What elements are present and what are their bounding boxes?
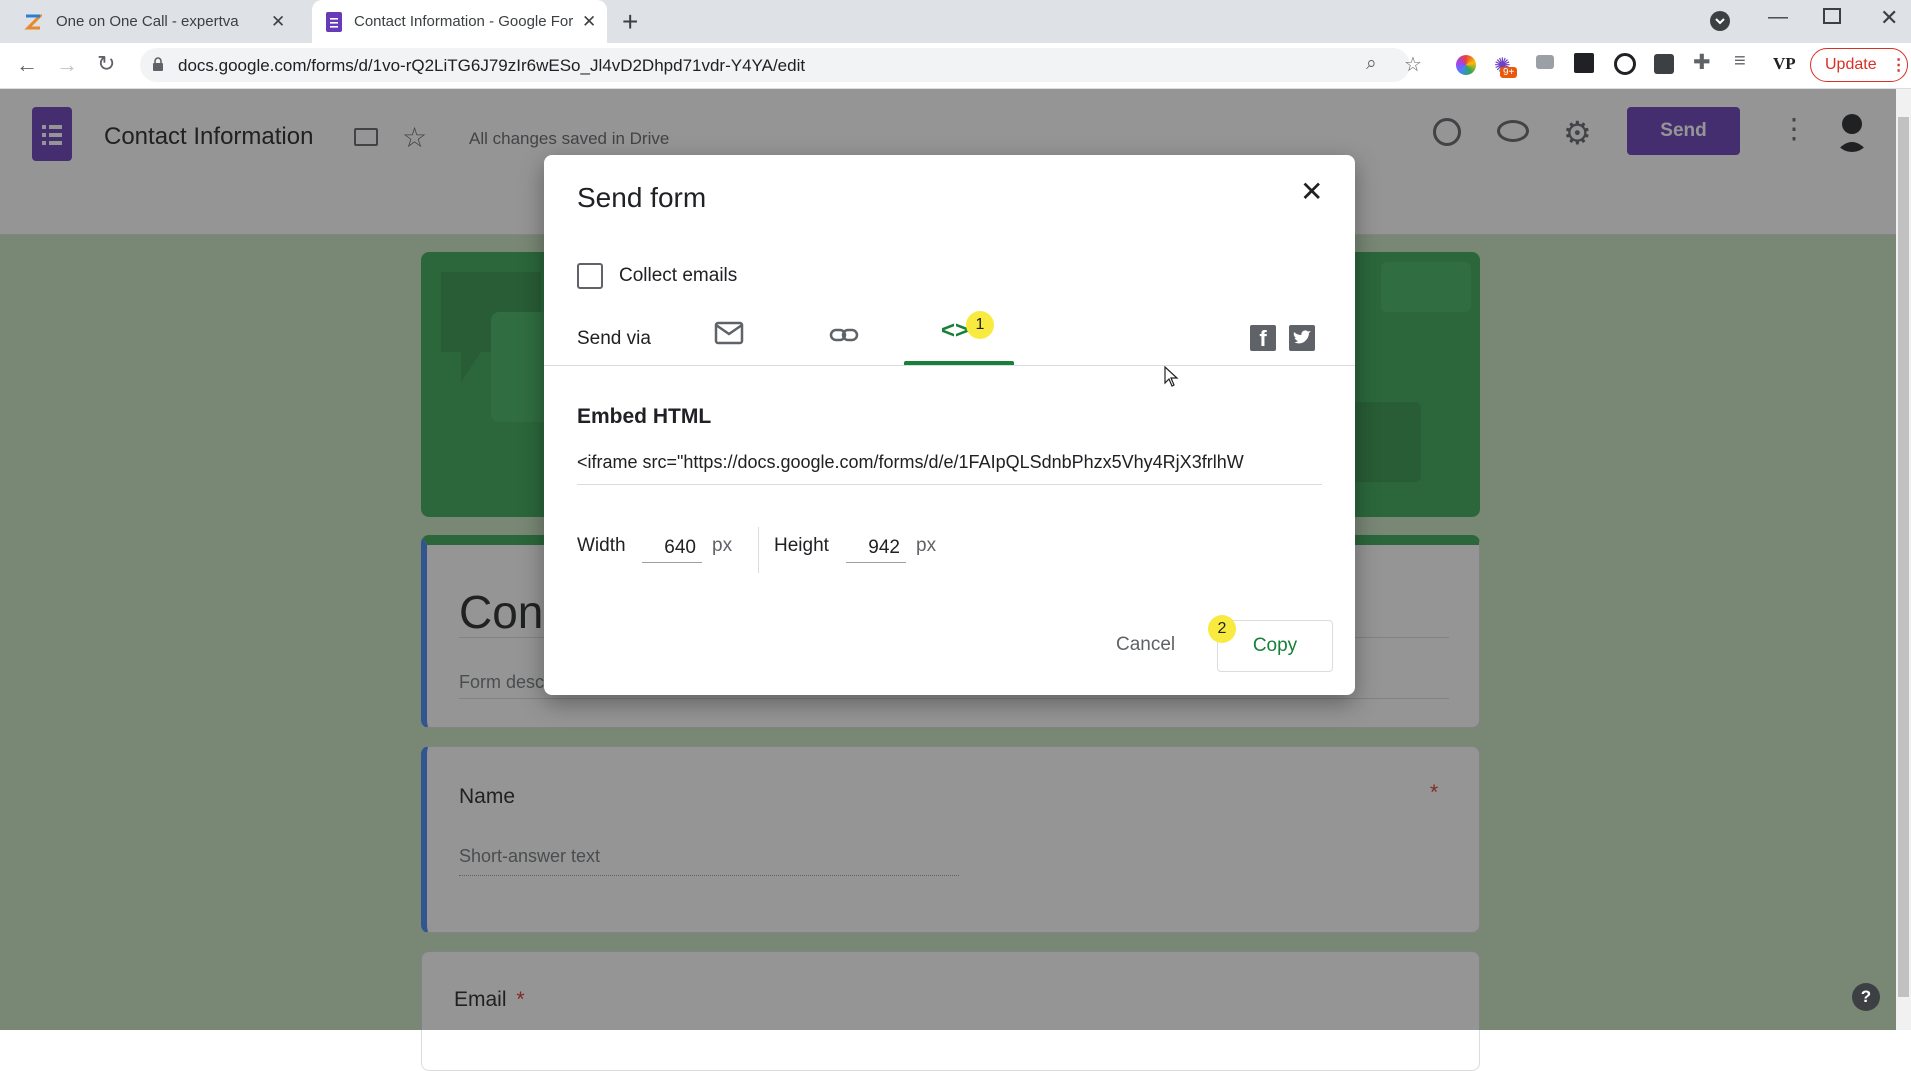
help-icon[interactable]: ? — [1852, 983, 1880, 1011]
zoom-icon[interactable]: ⌕ — [1366, 53, 1377, 75]
close-dialog-icon[interactable]: ✕ — [1300, 175, 1323, 208]
close-tab-icon[interactable]: ✕ — [271, 12, 285, 32]
tab-expertva[interactable]: One on One Call - expertva ✕ — [14, 0, 304, 43]
media-control-icon[interactable]: ≡ — [1734, 50, 1746, 73]
update-label: Update — [1825, 56, 1877, 73]
tab-contact-information[interactable]: Contact Information - Google Forms ✕ — [312, 0, 607, 43]
search-extension-icon[interactable] — [1614, 53, 1636, 75]
height-input[interactable]: 942 — [846, 533, 906, 563]
zoho-icon — [24, 13, 44, 31]
extension-badge: 9+ — [1500, 67, 1518, 78]
extensions-puzzle-icon[interactable]: ✚ — [1693, 50, 1711, 75]
mouse-cursor-icon — [1164, 365, 1180, 393]
tab-title: Contact Information - Google Forms — [354, 13, 574, 30]
update-button[interactable]: Update ⋮ — [1810, 48, 1908, 82]
more-options-icon: ⋮ — [1890, 57, 1907, 74]
color-picker-extension-icon[interactable] — [1456, 55, 1476, 75]
width-unit: px — [712, 535, 733, 556]
tab-embed[interactable]: <> — [904, 307, 1014, 365]
restore-icon[interactable] — [1823, 8, 1841, 24]
lock-icon — [152, 57, 164, 77]
back-icon[interactable]: ← — [16, 52, 38, 78]
height-unit: px — [916, 535, 937, 556]
forward-icon[interactable]: → — [56, 52, 78, 78]
send-form-dialog: Send form ✕ Collect emails Send via <> 1… — [544, 155, 1355, 695]
close-tab-icon[interactable]: ✕ — [582, 12, 596, 32]
link-icon — [829, 328, 859, 349]
embed-code-icon: <> — [941, 317, 970, 344]
google-forms-icon — [326, 11, 342, 32]
camera-icon[interactable] — [1536, 55, 1554, 69]
shift-click-icon[interactable] — [1574, 53, 1594, 73]
page-scrollbar[interactable] — [1896, 89, 1911, 1030]
step-badge-2: 2 — [1208, 615, 1236, 643]
cancel-button[interactable]: Cancel — [1116, 634, 1175, 656]
width-label: Width — [577, 535, 626, 556]
height-label: Height — [774, 535, 829, 556]
dialog-title: Send form — [577, 182, 707, 213]
tabs-divider — [544, 365, 1355, 366]
profile-avatar[interactable]: VP — [1773, 54, 1796, 74]
scrollbar-thumb[interactable] — [1898, 117, 1909, 997]
width-input[interactable]: 640 — [642, 533, 702, 563]
address-bar[interactable]: docs.google.com/forms/d/1vo-rQ2LiTG6J79z… — [140, 48, 1422, 82]
minimize-icon[interactable]: — — [1768, 6, 1788, 29]
bookmark-star-icon[interactable]: ☆ — [1404, 52, 1422, 77]
send-via-label: Send via — [577, 328, 651, 349]
tab-email[interactable] — [714, 321, 750, 351]
step-badge-1: 1 — [966, 311, 994, 339]
close-window-icon[interactable]: ✕ — [1880, 5, 1898, 31]
tab-link[interactable] — [829, 325, 863, 349]
collect-emails-checkbox[interactable] — [577, 263, 603, 289]
reload-icon[interactable]: ↻ — [97, 51, 115, 77]
facebook-icon[interactable]: f — [1250, 325, 1276, 351]
tab-title: One on One Call - expertva — [56, 13, 239, 30]
url-text: docs.google.com/forms/d/1vo-rQ2LiTG6J79z… — [178, 56, 806, 75]
twitter-icon[interactable] — [1289, 325, 1315, 351]
embed-code-text[interactable]: <iframe src="https://docs.google.com/for… — [577, 452, 1244, 473]
collect-emails-label: Collect emails — [619, 265, 738, 286]
new-tab-button[interactable]: + — [622, 6, 638, 38]
embed-code-field[interactable]: <iframe src="https://docs.google.com/for… — [577, 448, 1322, 485]
download-icon[interactable] — [1654, 54, 1674, 74]
dimension-divider — [758, 527, 759, 573]
email-envelope-icon — [714, 321, 744, 349]
embed-html-heading: Embed HTML — [577, 405, 712, 428]
tab-search-icon[interactable] — [1710, 11, 1730, 31]
